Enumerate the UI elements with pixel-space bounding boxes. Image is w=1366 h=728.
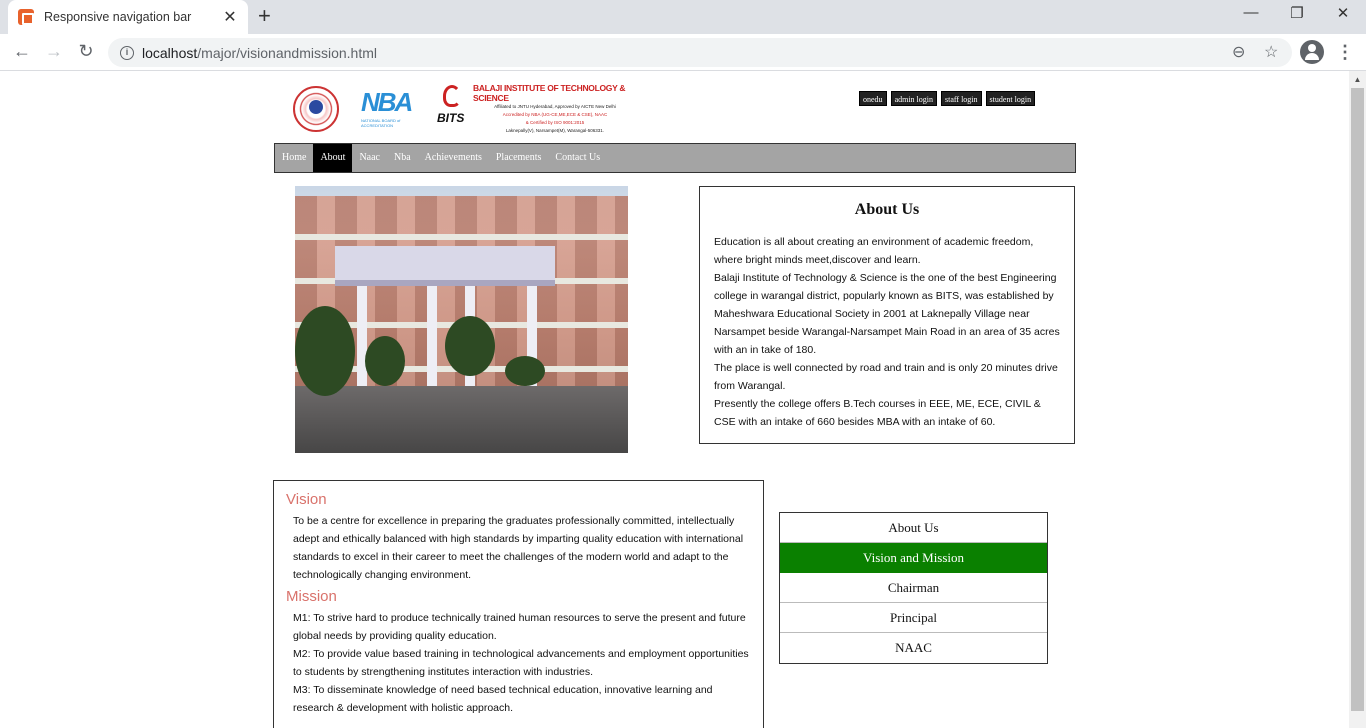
- browser-menu-icon[interactable]: ⋮: [1336, 42, 1354, 63]
- side-item-vision-and-mission[interactable]: Vision and Mission: [780, 543, 1047, 573]
- about-us-text: Education is all about creating an envir…: [714, 236, 1060, 428]
- mission-heading: Mission: [286, 588, 337, 605]
- forward-arrow-icon[interactable]: →: [42, 41, 66, 62]
- tab-title: Responsive navigation bar: [44, 10, 192, 24]
- scrollbar-thumb[interactable]: [1351, 88, 1364, 711]
- bookmark-star-icon[interactable]: ☆: [1264, 42, 1278, 62]
- college-name: BALAJI INSTITUTE OF TECHNOLOGY & SCIENCE: [473, 83, 626, 103]
- browser-tab-strip: Responsive navigation bar ✕ + — ❐ ✕: [0, 0, 1366, 34]
- mission-item: M3: To disseminate knowledge of need bas…: [293, 684, 713, 714]
- university-seal-logo: [293, 86, 339, 132]
- profile-icon[interactable]: [1300, 40, 1324, 64]
- reload-icon[interactable]: ↻: [74, 41, 98, 62]
- onedu-button[interactable]: onedu: [859, 91, 887, 106]
- url-field[interactable]: i localhost/major/visionandmission.html …: [108, 38, 1292, 67]
- main-navbar: Home About Naac Nba Achievements Placeme…: [274, 143, 1076, 173]
- address-bar: ← → ↻ i localhost/major/visionandmission…: [0, 34, 1366, 71]
- scroll-up-arrow-icon[interactable]: ▲: [1349, 71, 1366, 88]
- about-us-title: About Us: [854, 201, 920, 218]
- login-buttons: onedu admin login staff login student lo…: [859, 91, 1036, 106]
- about-us-panel: About Us Education is all about creating…: [699, 186, 1075, 444]
- nav-naac[interactable]: Naac: [352, 144, 387, 172]
- student-login-button[interactable]: student login: [985, 91, 1036, 106]
- side-item-chairman[interactable]: Chairman: [780, 573, 1047, 603]
- tab-close-icon[interactable]: ✕: [222, 7, 238, 27]
- new-tab-icon[interactable]: +: [258, 5, 271, 27]
- bits-logo: BITS BALAJI INSTITUTE OF TECHNOLOGY & SC…: [437, 83, 637, 135]
- url-host: localhost: [142, 44, 198, 61]
- header-logos: NBA NATIONAL BOARD of ACCREDITATION BITS…: [293, 83, 637, 135]
- vision-heading: Vision: [286, 491, 327, 508]
- browser-tab[interactable]: Responsive navigation bar ✕: [8, 0, 248, 34]
- staff-login-button[interactable]: staff login: [941, 91, 982, 106]
- vision-text: To be a centre for excellence in prepari…: [293, 515, 744, 581]
- restore-icon[interactable]: ❐: [1274, 4, 1320, 22]
- mission-item: M2: To provide value based training in t…: [293, 648, 749, 678]
- college-building-photo: [295, 186, 628, 453]
- window-close-icon[interactable]: ✕: [1320, 4, 1366, 22]
- minimize-icon[interactable]: —: [1228, 4, 1274, 21]
- nav-achievements[interactable]: Achievements: [418, 144, 489, 172]
- mission-item: M1: To strive hard to produce technicall…: [293, 612, 746, 642]
- mission-text: M1: To strive hard to produce technicall…: [286, 609, 751, 717]
- nav-about[interactable]: About: [313, 144, 353, 172]
- url-path: /major/visionandmission.html: [197, 44, 377, 61]
- side-item-naac[interactable]: NAAC: [780, 633, 1047, 663]
- nba-logo: NBA NATIONAL BOARD of ACCREDITATION: [361, 87, 413, 128]
- side-item-about-us[interactable]: About Us: [780, 513, 1047, 543]
- flame-icon: [443, 85, 461, 107]
- nav-home[interactable]: Home: [275, 144, 313, 172]
- zoom-icon[interactable]: ⊖: [1232, 42, 1245, 62]
- xampp-favicon-icon: [18, 9, 34, 25]
- vision-mission-panel: Vision To be a centre for excellence in …: [273, 480, 764, 728]
- nav-contact-us[interactable]: Contact Us: [548, 144, 607, 172]
- side-menu: About Us Vision and Mission Chairman Pri…: [779, 512, 1048, 664]
- bits-info: BALAJI INSTITUTE OF TECHNOLOGY & SCIENCE…: [473, 83, 637, 135]
- nav-placements[interactable]: Placements: [489, 144, 549, 172]
- admin-login-button[interactable]: admin login: [890, 91, 938, 106]
- back-arrow-icon[interactable]: ←: [10, 41, 34, 62]
- nav-nba[interactable]: Nba: [387, 144, 418, 172]
- side-item-principal[interactable]: Principal: [780, 603, 1047, 633]
- bits-emblem: BITS: [437, 83, 471, 129]
- page-scrollbar[interactable]: ▲: [1349, 71, 1366, 728]
- site-info-icon[interactable]: i: [120, 45, 134, 60]
